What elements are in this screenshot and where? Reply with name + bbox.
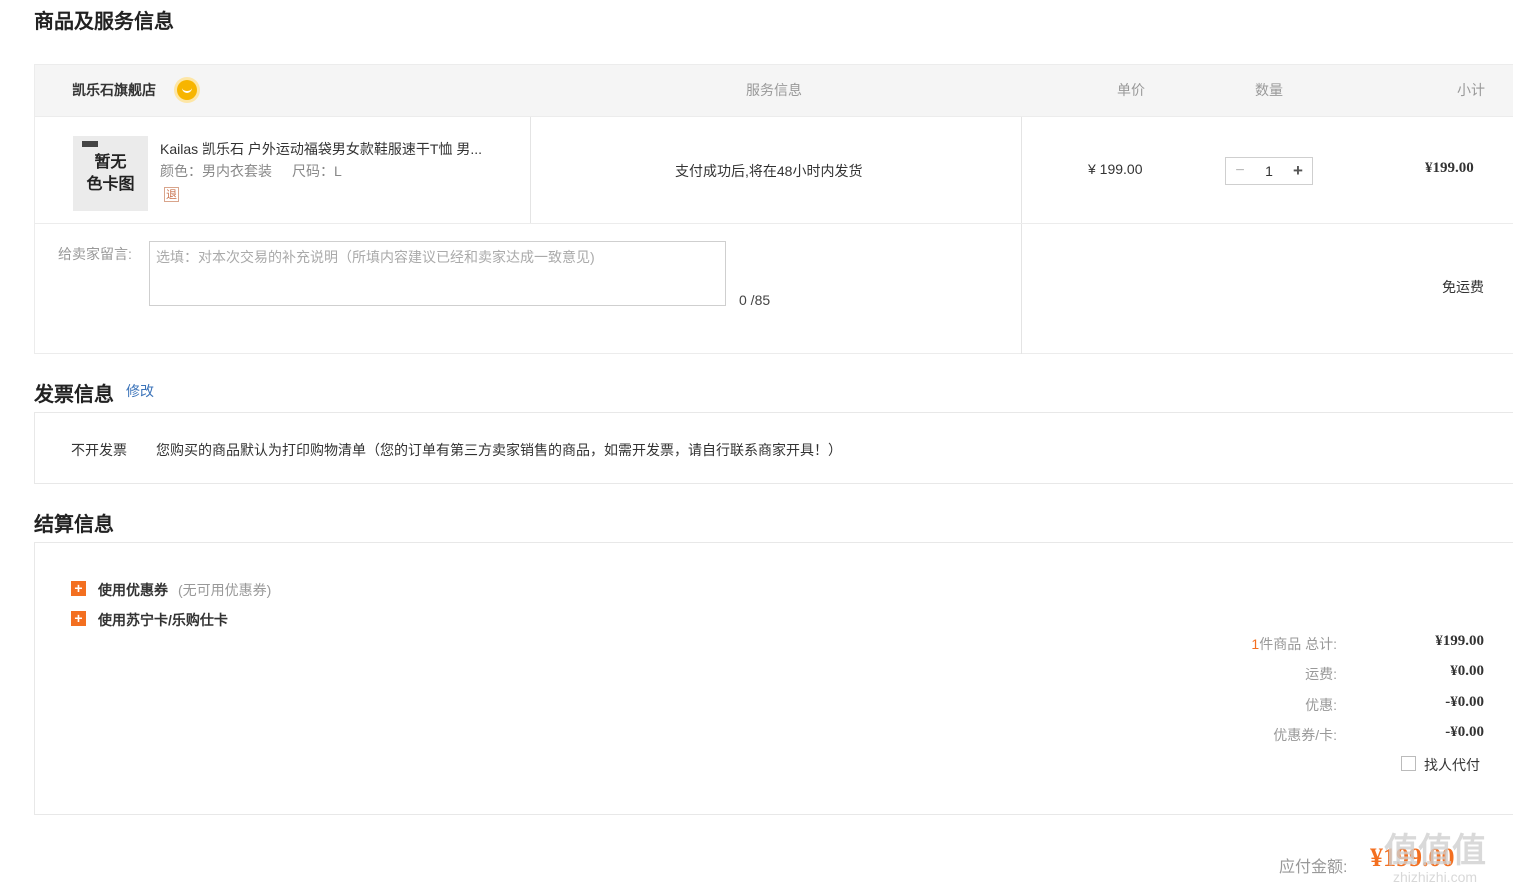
watermark-logo: 值值值 [1384,832,1486,870]
expand-coupon-icon[interactable]: + [71,581,86,596]
product-attr-size: 尺码：L [292,163,342,179]
product-attr-color: 颜色：男内衣套装 [160,163,272,179]
thumb-text-line1: 暂无 [94,154,127,171]
unit-price: ¥ 199.00 [1088,161,1143,177]
service-text: 支付成功后,将在48小时内发货 [675,163,863,179]
seller-message-field[interactable]: 选填：对本次交易的补充说明（所填内容建议已经和卖家达成一致意见) [149,241,726,306]
payable-label: 应付金额: [1279,859,1348,876]
pay-for-me-label[interactable]: 找人代付 [1424,755,1480,775]
pay-for-me-checkbox[interactable] [1401,756,1416,771]
quantity-plus-button[interactable]: + [1288,158,1308,184]
discount-label: 优惠: [1305,697,1337,713]
item-subtotal: ¥199.00 [1425,160,1474,176]
divider [530,117,531,223]
coupon-card-label: 优惠券/卡: [1273,727,1337,743]
invoice-type: 不开发票 [71,442,127,458]
freight-label: 运费: [1305,666,1337,682]
product-thumbnail[interactable]: 暂无 色卡图 [73,136,148,211]
coupon-card-value: -¥0.00 [1445,724,1484,740]
brand-logo-icon [82,141,98,147]
header-service: 服务信息 [746,82,802,98]
products-section-title: 商品及服务信息 [34,11,174,33]
freight-value: ¥0.00 [1450,663,1484,679]
divider [1021,117,1022,354]
quantity-stepper: − 1 + [1225,157,1313,185]
expand-card-icon[interactable]: + [71,611,86,626]
use-coupon-toggle[interactable]: 使用优惠券 [98,580,168,600]
divider [35,223,1513,224]
header-subtotal: 小计 [1457,82,1485,98]
summary-total: ¥199.00 [1435,633,1484,649]
use-card-toggle[interactable]: 使用苏宁卡/乐购仕卡 [98,610,228,630]
settlement-section-title: 结算信息 [34,514,114,536]
product-title[interactable]: Kailas 凯乐石 户外运动福袋男女款鞋服速干T恤 男... [160,139,482,159]
summary-count-label: 件商品 总计: [1259,636,1337,652]
quantity-minus-button[interactable]: − [1230,158,1250,184]
invoice-edit-link[interactable]: 修改 [126,381,154,401]
refund-tag-icon: 退 [164,187,179,202]
coupon-note: (无可用优惠券) [178,582,272,598]
shop-name[interactable]: 凯乐石旗舰店 [72,64,156,117]
invoice-section-title: 发票信息 [34,384,114,406]
discount-value: -¥0.00 [1445,694,1484,710]
shop-badge-icon [177,80,197,100]
shipping-free-text: 免运费 [1442,279,1484,295]
summary-count-row: 1件商品 总计: [1137,634,1337,654]
message-counter: 0 /85 [739,292,771,308]
header-quantity: 数量 [1255,82,1283,98]
site-watermark: 值值值 zhizhizhi.com [1365,833,1505,885]
watermark-url: zhizhizhi.com [1392,869,1478,885]
invoice-description: 您购买的商品默认为打印购物清单（您的订单有第三方卖家销售的商品，如需开发票，请自… [156,442,842,458]
quantity-input[interactable]: 1 [1252,158,1286,184]
thumb-text-line2: 色卡图 [86,176,135,193]
message-label: 给卖家留言: [58,246,132,262]
header-unit-price: 单价 [1117,82,1145,98]
